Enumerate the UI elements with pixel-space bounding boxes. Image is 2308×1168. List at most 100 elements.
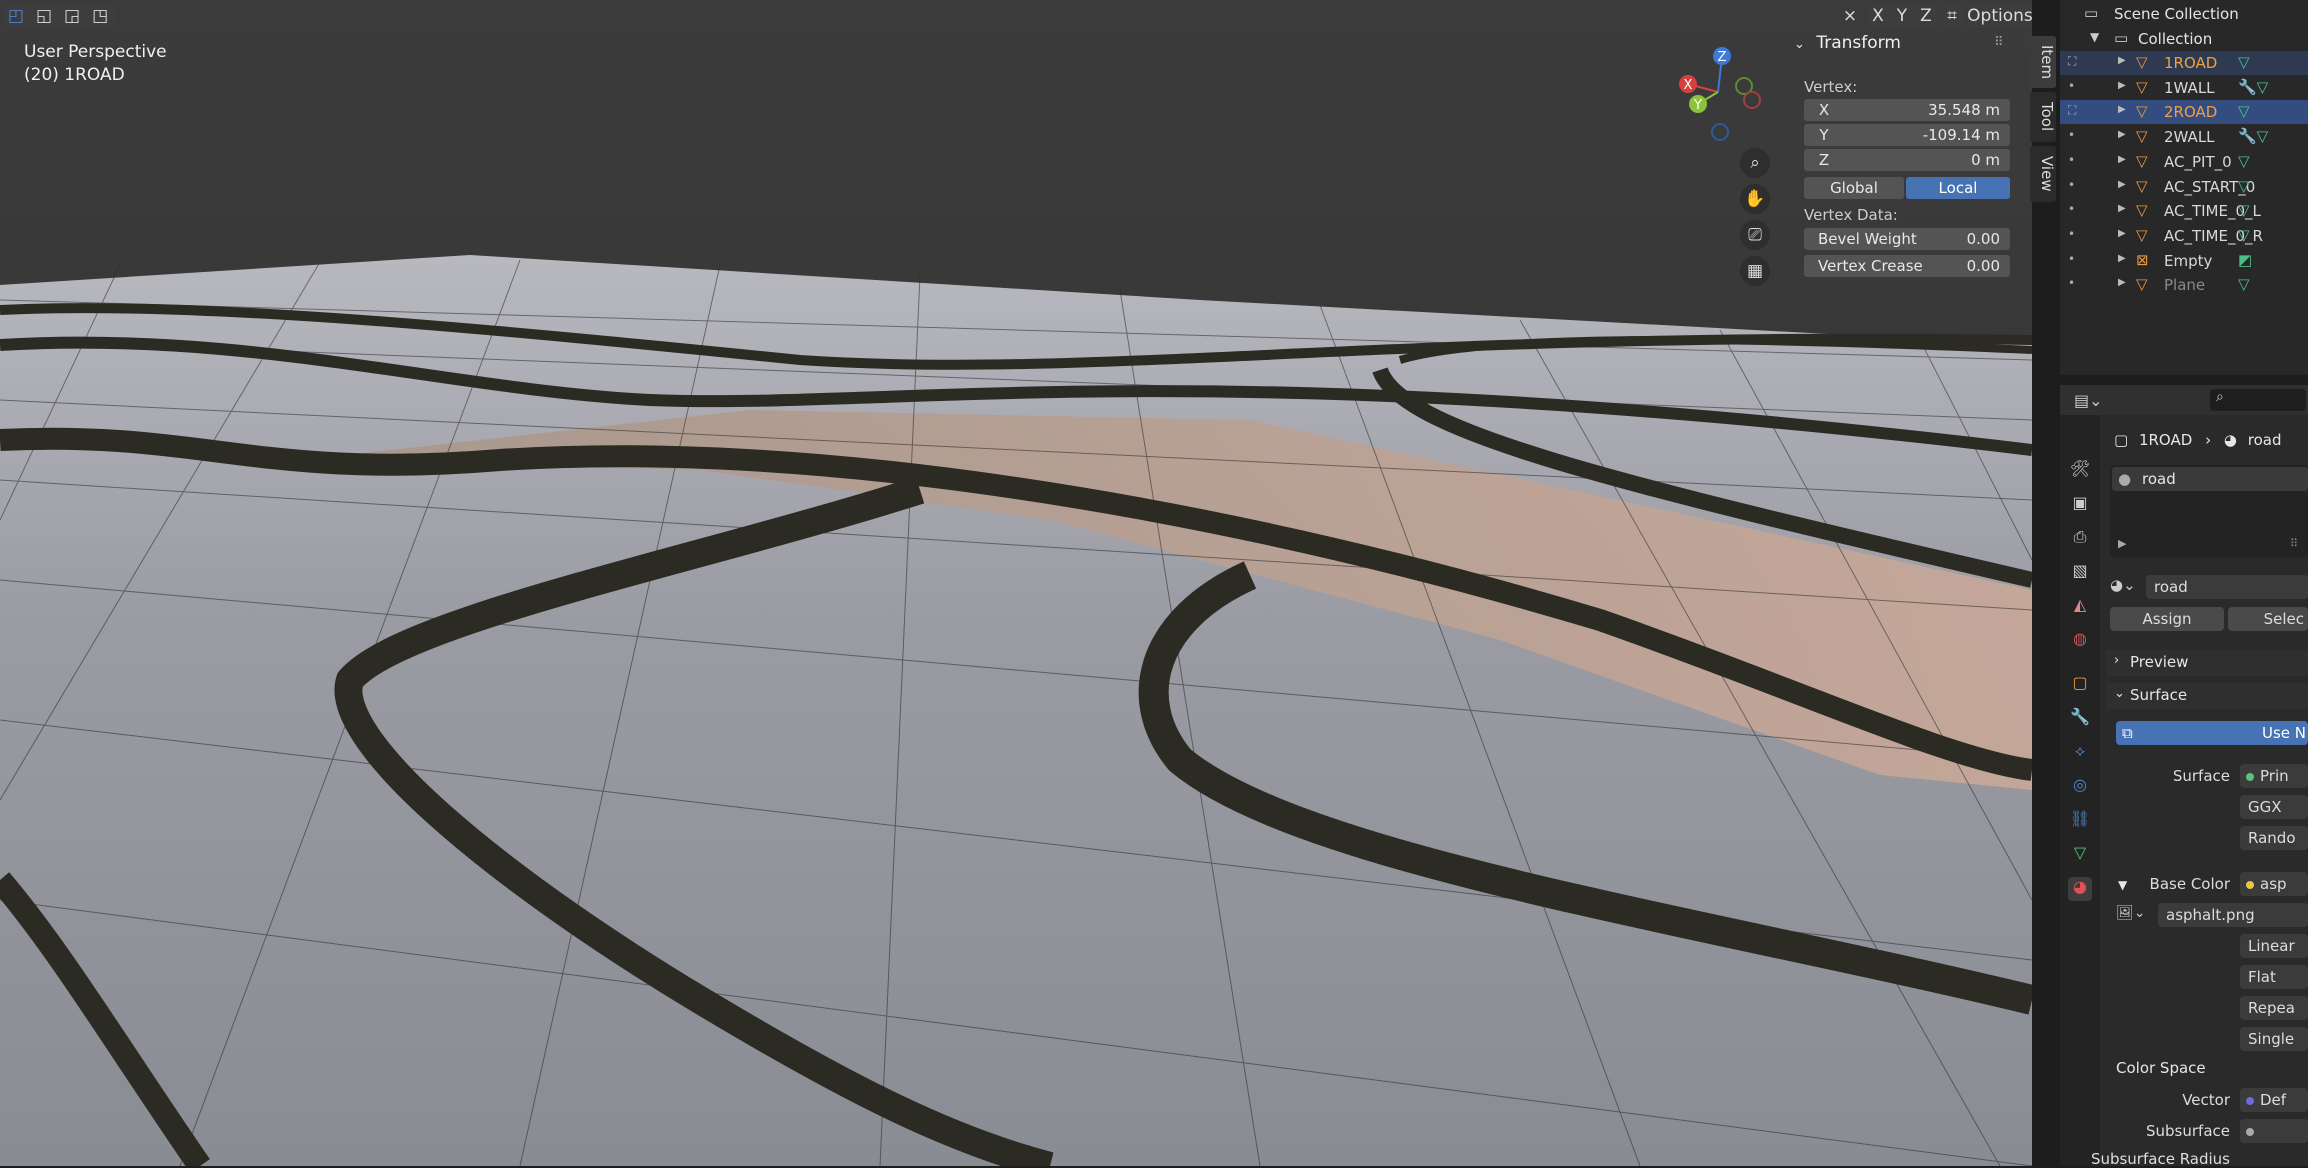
hand-pan-icon[interactable]: ✋: [1740, 184, 1770, 214]
visibility-dot-icon[interactable]: •: [2068, 153, 2075, 167]
use-nodes-button[interactable]: ⧉ Use N: [2116, 721, 2308, 745]
mesh-data-icon[interactable]: ▽: [2238, 53, 2250, 71]
camera-icon[interactable]: ⎚: [1740, 220, 1770, 250]
grid-perspective-icon[interactable]: ▦: [1740, 256, 1770, 286]
visibility-dot-icon[interactable]: •: [2068, 178, 2075, 192]
vertex-y-field[interactable]: Y -109.14 m: [1804, 124, 2010, 146]
material-name-field[interactable]: road: [2146, 575, 2308, 599]
outliner-item-plane[interactable]: • ▶ ▽ Plane ▽: [2060, 273, 2308, 297]
visibility-dot-icon[interactable]: •: [2068, 252, 2075, 266]
modifier-mesh-icon[interactable]: 🔧▽: [2238, 127, 2268, 145]
mesh-data-icon[interactable]: ▽: [2238, 201, 2250, 219]
select-invert-icon[interactable]: ◳: [92, 6, 108, 26]
outliner-item-1road[interactable]: ⛶ ▶ ▽ 1ROAD ▽: [2060, 51, 2308, 75]
expand-arrow-icon[interactable]: ▶: [2118, 203, 2126, 214]
collection-row[interactable]: ▼ ▭ Collection: [2060, 27, 2308, 51]
image-name-field[interactable]: asphalt.png: [2158, 903, 2308, 927]
mesh-data-tab-icon[interactable]: ▽: [2068, 843, 2092, 867]
3d-viewport[interactable]: ◰ ◱ ◲ ◳ User Perspective (20) 1ROAD ⨯ X …: [0, 0, 2032, 1166]
tab-tool[interactable]: Tool: [2030, 92, 2056, 142]
expand-arrow-icon[interactable]: ▶: [2118, 179, 2126, 190]
axis-z-toggle[interactable]: Z: [1914, 4, 1938, 28]
mesh-data-icon[interactable]: ▽: [2238, 102, 2250, 120]
expand-icon[interactable]: ▶: [2118, 537, 2126, 550]
material-slot-list[interactable]: ● road ▶ ⠿: [2110, 465, 2308, 557]
navigation-gizmo[interactable]: Z X Y: [1670, 40, 1780, 150]
snap-icon[interactable]: ⌗: [1940, 4, 1964, 28]
expand-arrow-icon[interactable]: ▶: [2118, 154, 2126, 165]
vertex-z-field[interactable]: Z 0 m: [1804, 149, 2010, 171]
browse-material-icon[interactable]: ◕⌄: [2110, 576, 2136, 594]
drag-handle-icon[interactable]: ⠿: [1994, 35, 2004, 50]
scene-render[interactable]: [0, 0, 2032, 1166]
surface-shader-field[interactable]: Prin: [2240, 764, 2308, 788]
material-slot-row[interactable]: ● road: [2112, 467, 2308, 491]
surface-panel-header[interactable]: ⌄ Surface: [2106, 683, 2308, 709]
outliner-item-ac-time-0-r[interactable]: • ▶ ▽ AC_TIME_0_R ▽: [2060, 224, 2308, 248]
image-browse-icon[interactable]: 🖼⌄: [2116, 905, 2146, 921]
mirror-icon[interactable]: ⨯: [1838, 4, 1862, 28]
options-dropdown[interactable]: Options ⌄: [1967, 4, 2032, 28]
source-dropdown[interactable]: Single: [2240, 1027, 2308, 1051]
outliner-item-ac-pit-0[interactable]: • ▶ ▽ AC_PIT_0 ▽: [2060, 150, 2308, 174]
local-toggle[interactable]: Local: [1906, 177, 2010, 199]
select-button[interactable]: Selec: [2228, 607, 2308, 631]
render-tab-icon[interactable]: ▣: [2068, 493, 2092, 517]
distribution-dropdown[interactable]: GGX: [2240, 795, 2308, 819]
mesh-data-icon[interactable]: ▽: [2238, 275, 2250, 293]
expand-arrow-icon[interactable]: ▶: [2118, 277, 2126, 288]
expand-arrow-icon[interactable]: ▶: [2118, 55, 2126, 66]
axis-x-toggle[interactable]: X: [1866, 4, 1890, 28]
mesh-data-icon[interactable]: ▽: [2238, 177, 2250, 195]
visibility-dot-icon[interactable]: •: [2068, 79, 2075, 93]
view-layer-tab-icon[interactable]: ▧: [2068, 561, 2092, 585]
outliner-item-2wall[interactable]: • ▶ ▽ 2WALL 🔧▽: [2060, 125, 2308, 149]
vertex-crease-field[interactable]: Vertex Crease 0.00: [1804, 255, 2010, 277]
expand-arrow-icon[interactable]: ▶: [2118, 253, 2126, 264]
scene-tab-icon[interactable]: ◭: [2068, 595, 2092, 619]
visibility-dot-icon[interactable]: •: [2068, 227, 2075, 241]
edit-mode-icon[interactable]: ⛶: [2068, 54, 2076, 69]
expand-arrow-icon[interactable]: ▶: [2118, 228, 2126, 239]
mesh-data-icon[interactable]: ▽: [2238, 152, 2250, 170]
modifier-mesh-icon[interactable]: 🔧▽: [2238, 78, 2268, 96]
tab-view[interactable]: View: [2030, 146, 2056, 202]
chevron-down-icon[interactable]: ▼: [2090, 30, 2099, 44]
expand-arrow-icon[interactable]: ▶: [2118, 129, 2126, 140]
outliner-item-ac-time-0-l[interactable]: • ▶ ▽ AC_TIME_0_L ▽: [2060, 199, 2308, 223]
select-subtract-icon[interactable]: ◲: [64, 6, 80, 26]
expand-arrow-icon[interactable]: ▶: [2118, 104, 2126, 115]
transform-header[interactable]: ⌄ Transform: [1794, 33, 1901, 53]
bevel-weight-field[interactable]: Bevel Weight 0.00: [1804, 228, 2010, 250]
particles-tab-icon[interactable]: ⟡: [2068, 741, 2092, 765]
mesh-data-icon[interactable]: ▽: [2238, 226, 2250, 244]
select-extend-icon[interactable]: ◱: [36, 6, 52, 26]
visibility-dot-icon[interactable]: •: [2068, 202, 2075, 216]
interpolation-dropdown[interactable]: Linear: [2240, 934, 2308, 958]
extension-dropdown[interactable]: Repea: [2240, 996, 2308, 1020]
subsurface-field[interactable]: [2240, 1119, 2308, 1143]
constraints-tab-icon[interactable]: ⛓: [2068, 809, 2092, 833]
material-tab-icon[interactable]: ◕: [2068, 877, 2092, 901]
world-tab-icon[interactable]: ◍: [2068, 629, 2092, 653]
visibility-dot-icon[interactable]: •: [2068, 276, 2075, 290]
select-mode-buttons[interactable]: ◰ ◱ ◲ ◳: [2, 4, 114, 28]
projection-dropdown[interactable]: Flat: [2240, 965, 2308, 989]
assign-button[interactable]: Assign: [2110, 607, 2224, 631]
subsurface-method-dropdown[interactable]: Rando: [2240, 826, 2308, 850]
axis-y-toggle[interactable]: Y: [1890, 4, 1914, 28]
outliner-item-1wall[interactable]: • ▶ ▽ 1WALL 🔧▽: [2060, 76, 2308, 100]
outliner-item-empty[interactable]: • ▶ ⊠ Empty ◩: [2060, 249, 2308, 273]
zoom-icon[interactable]: ⌕: [1740, 148, 1770, 178]
tool-tab-icon[interactable]: 🛠: [2068, 459, 2092, 483]
outliner-item-2road[interactable]: ⛶ ▶ ▽ 2ROAD ▽: [2060, 100, 2308, 125]
physics-tab-icon[interactable]: ◎: [2068, 775, 2092, 799]
select-box-icon[interactable]: ◰: [8, 6, 24, 26]
preview-panel-header[interactable]: › Preview: [2106, 650, 2308, 676]
vertex-x-field[interactable]: X 35.548 m: [1804, 99, 2010, 121]
tab-item[interactable]: Item: [2030, 36, 2056, 88]
edit-mode-icon[interactable]: ⛶: [2068, 103, 2076, 118]
mesh-data-icon[interactable]: ◩: [2238, 251, 2252, 269]
editor-type-icon[interactable]: ▤⌄: [2074, 391, 2103, 410]
object-tab-icon[interactable]: ▢: [2068, 673, 2092, 697]
